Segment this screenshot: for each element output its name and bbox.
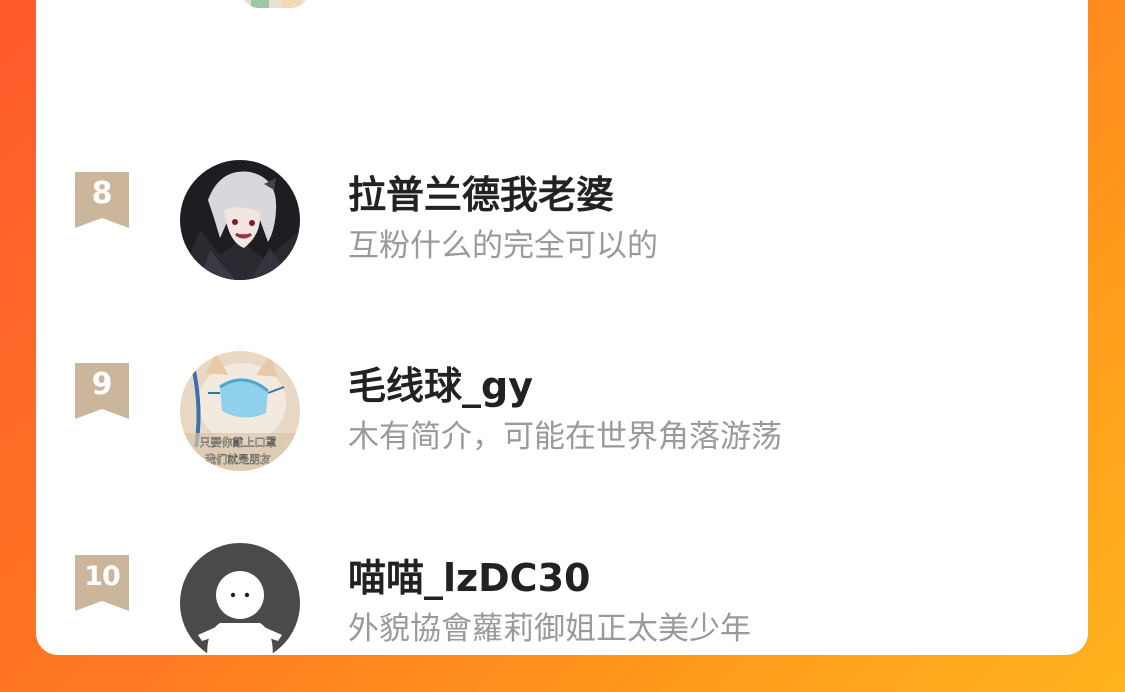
rank-number: 9 [91,367,113,402]
user-name[interactable]: 毛线球_gy [348,363,533,409]
default-user-avatar-icon [180,543,300,655]
avatar[interactable] [180,160,300,280]
avatar[interactable]: 只要你戴上口罩 我们就是朋友 [180,351,300,471]
rank-badge: 10 [75,555,129,611]
avatar-caption-line1: 只要你戴上口罩 [200,435,277,449]
rank-badge: 9 [75,363,129,419]
previous-avatar[interactable] [241,0,309,8]
ranking-card: 8 拉普兰德我老婆 互粉什么的完全可以的 9 只要你戴上口罩 我们就是朋友 毛线… [36,0,1088,655]
list-item[interactable]: 9 只要你戴上口罩 我们就是朋友 毛线球_gy 木有简介，可能在世界角落游荡 [36,311,1088,471]
user-name[interactable]: 喵喵_lzDC30 [348,555,590,601]
rank-number: 8 [91,176,113,211]
user-bio: 外貌協會蘿莉御姐正太美少年 [348,611,751,647]
cat-mask-avatar-icon: 只要你戴上口罩 我们就是朋友 [180,351,300,471]
user-bio: 互粉什么的完全可以的 [348,228,658,264]
rank-number: 10 [84,561,121,592]
rank-badge: 8 [75,172,129,228]
avatar-caption-line2: 我们就是朋友 [205,452,271,466]
avatar[interactable] [180,543,300,655]
user-bio: 木有简介，可能在世界角落游荡 [348,419,782,455]
list-item[interactable]: 10 喵喵_lzDC30 外貌協會蘿莉御姐正太美少年 [36,503,1088,655]
user-name[interactable]: 拉普兰德我老婆 [348,172,614,218]
list-item[interactable]: 8 拉普兰德我老婆 互粉什么的完全可以的 [36,120,1088,280]
anime-character-avatar-icon [180,160,300,280]
